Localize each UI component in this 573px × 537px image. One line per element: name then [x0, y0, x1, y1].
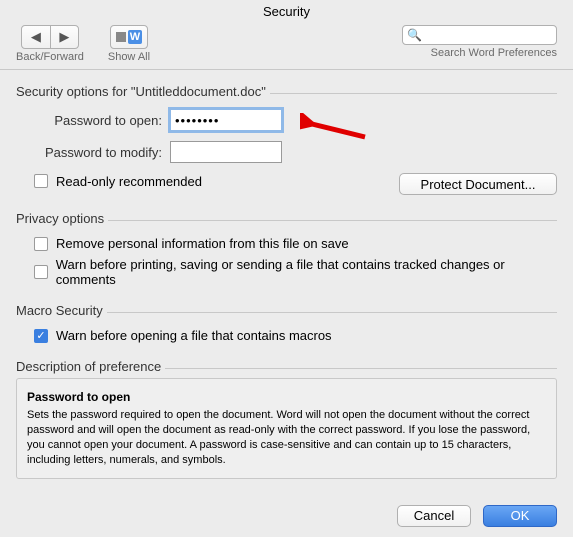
window-title: Security: [0, 0, 573, 23]
macro-fieldset: Macro Security ✓ Warn before opening a f…: [16, 303, 557, 343]
read-only-label: Read-only recommended: [56, 174, 202, 189]
warn-printing-checkbox[interactable]: [34, 265, 48, 279]
password-open-label: Password to open:: [34, 113, 162, 128]
description-fieldset: Description of preference Password to op…: [16, 359, 557, 479]
show-all-button[interactable]: W: [110, 25, 148, 49]
back-button[interactable]: ◀: [22, 26, 50, 48]
warn-macros-checkbox[interactable]: ✓: [34, 329, 48, 343]
password-open-input[interactable]: [170, 109, 282, 131]
warn-printing-label: Warn before printing, saving or sending …: [56, 257, 557, 287]
word-icon: W: [128, 30, 142, 44]
back-forward-group: ◀ ▶ Back/Forward: [16, 25, 84, 63]
description-legend: Description of preference: [16, 359, 165, 374]
forward-button[interactable]: ▶: [50, 26, 78, 48]
search-icon: 🔍: [407, 28, 422, 42]
description-box: Password to open Sets the password requi…: [16, 378, 557, 479]
search-input[interactable]: [402, 25, 557, 45]
remove-personal-row: Remove personal information from this fi…: [34, 236, 557, 251]
security-options-fieldset: Security options for "Untitleddocument.d…: [16, 84, 557, 195]
warn-macros-label: Warn before opening a file that contains…: [56, 328, 332, 343]
description-title: Password to open: [27, 389, 546, 405]
password-open-row: Password to open:: [34, 109, 557, 131]
privacy-fieldset: Privacy options Remove personal informat…: [16, 211, 557, 287]
password-modify-row: Password to modify:: [34, 141, 557, 163]
show-all-label: Show All: [108, 51, 150, 63]
search-group: 🔍 Search Word Preferences: [402, 25, 557, 59]
remove-personal-label: Remove personal information from this fi…: [56, 236, 349, 251]
search-label: Search Word Preferences: [431, 47, 557, 59]
footer: Cancel OK: [0, 495, 573, 537]
read-only-checkbox[interactable]: [34, 174, 48, 188]
protect-document-button[interactable]: Protect Document...: [399, 173, 557, 195]
password-modify-input[interactable]: [170, 141, 282, 163]
ok-button[interactable]: OK: [483, 505, 557, 527]
remove-personal-checkbox[interactable]: [34, 237, 48, 251]
nav-buttons: ◀ ▶: [21, 25, 79, 49]
content: Security options for "Untitleddocument.d…: [0, 70, 573, 495]
back-forward-label: Back/Forward: [16, 51, 84, 63]
warn-printing-row: Warn before printing, saving or sending …: [34, 257, 557, 287]
password-modify-label: Password to modify:: [34, 145, 162, 160]
show-all-group: W Show All: [108, 25, 150, 63]
cancel-button[interactable]: Cancel: [397, 505, 471, 527]
macro-legend: Macro Security: [16, 303, 107, 318]
grid-icon: [116, 32, 126, 42]
warn-macros-row: ✓ Warn before opening a file that contai…: [34, 328, 557, 343]
read-only-row: Read-only recommended: [34, 174, 202, 189]
toolbar: ◀ ▶ Back/Forward W Show All 🔍 Search Wor…: [0, 23, 573, 70]
description-body: Sets the password required to open the d…: [27, 408, 546, 467]
privacy-legend: Privacy options: [16, 211, 108, 226]
security-options-legend: Security options for "Untitleddocument.d…: [16, 84, 270, 99]
